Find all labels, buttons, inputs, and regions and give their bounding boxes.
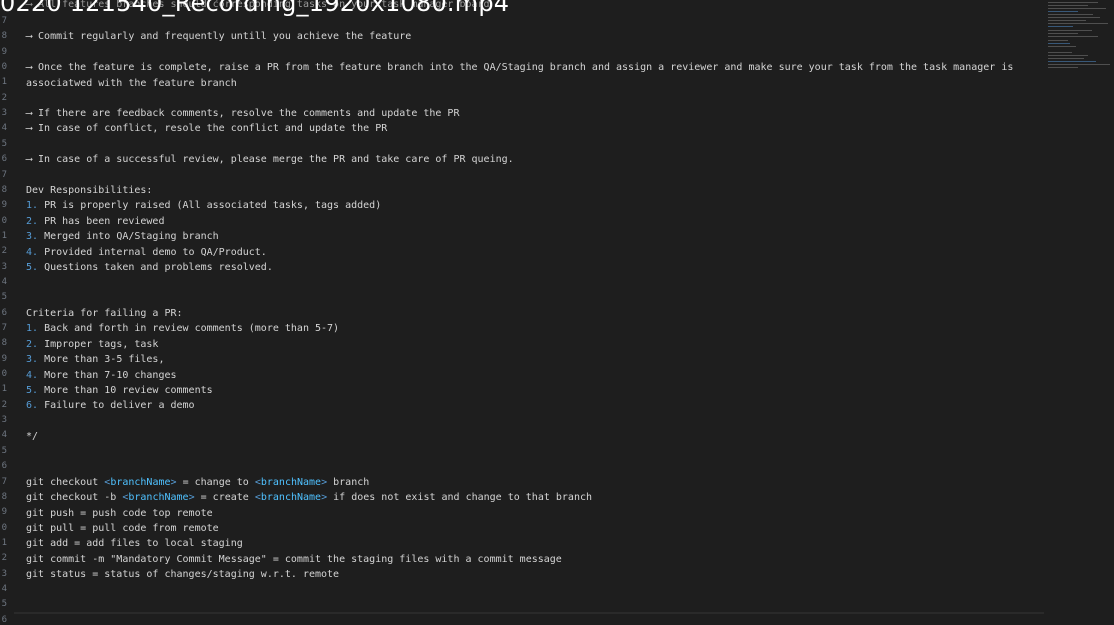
list-text: Provided internal demo to QA/Product. (38, 247, 267, 258)
list-number: 4. (26, 247, 39, 258)
list-number: 5. (26, 262, 39, 273)
list-item-line: 5. Questions taken and problems resolved… (26, 261, 273, 275)
list-number: 5. (26, 385, 39, 396)
code-token: = create (194, 492, 255, 503)
list-number: 2. (26, 216, 39, 227)
minimap-line (1048, 46, 1076, 47)
list-text: Questions taken and problems resolved. (38, 262, 273, 273)
code-line: ⟶ Once the feature is complete, raise a … (26, 62, 1014, 73)
list-text: More than 7-10 changes (38, 370, 177, 381)
code-line: ⟶ If there are feedback comments, resolv… (26, 108, 460, 119)
minimap-line (1048, 33, 1078, 34)
minimap-line (1048, 43, 1070, 44)
code-token: git checkout -b (26, 492, 123, 503)
placeholder-name: branchName (110, 477, 171, 488)
list-number: 4. (26, 370, 39, 381)
minimap-line (1048, 11, 1078, 12)
code-token: = change to (176, 477, 255, 488)
list-text: PR is properly raised (All associated ta… (38, 200, 382, 211)
list-text: Failure to deliver a demo (38, 400, 195, 411)
code-line: git checkout <branchName> = change to <b… (26, 476, 369, 490)
minimap-line (1048, 61, 1096, 62)
list-number: 3. (26, 231, 39, 242)
code-line: associatwed with the feature branch (26, 78, 237, 89)
code-area[interactable]: ⟶ All features branches should correspon… (0, 0, 1040, 625)
list-number: 1. (26, 200, 39, 211)
minimap-line (1048, 14, 1093, 15)
list-item-line: 4. More than 7-10 changes (26, 369, 177, 383)
placeholder-name: branchName (260, 477, 322, 488)
minimap-line (1048, 67, 1078, 68)
list-item-line: 3. Merged into QA/Staging branch (26, 230, 219, 244)
list-number: 3. (26, 354, 39, 365)
code-token: if does not exist and change to that bra… (327, 492, 593, 503)
code-line: ⟶ In case of conflict, resole the confli… (26, 123, 388, 134)
minimap-line (1048, 58, 1084, 59)
minimap-line (1048, 8, 1106, 9)
code-line: git checkout -b <branchName> = create <b… (26, 491, 592, 505)
list-item-line: 6. Failure to deliver a demo (26, 399, 195, 413)
list-text: Back and forth in review comments (more … (38, 323, 340, 334)
minimap-line (1048, 23, 1108, 24)
code-line: */ (26, 431, 39, 442)
list-text: Merged into QA/Staging branch (38, 231, 219, 242)
video-title-overlay: 0220 121540_Recording_1920x1080.mp4 (0, 0, 510, 17)
list-item-line: 2. PR has been reviewed (26, 215, 164, 229)
minimap-line (1048, 30, 1092, 31)
code-line: Dev Responsibilities: (26, 185, 153, 196)
list-item-line: 4. Provided internal demo to QA/Product. (26, 246, 267, 260)
code-line: Criteria for failing a PR: (26, 308, 183, 319)
placeholder-name: branchName (128, 492, 189, 503)
list-item-line: 1. Back and forth in review comments (mo… (26, 322, 339, 336)
minimap-line (1048, 64, 1110, 65)
code-line: git push = push code top remote (26, 508, 213, 519)
list-text: More than 10 review comments (38, 385, 213, 396)
minimap-line (1048, 36, 1098, 37)
list-item-line: 3. More than 3-5 files, (26, 353, 164, 367)
minimap-line (1048, 55, 1088, 56)
list-text: PR has been reviewed (38, 216, 165, 227)
code-line: ⟶ Commit regularly and frequently untill… (26, 31, 412, 42)
list-item-line: 2. Improper tags, task (26, 338, 158, 352)
list-number: 2. (26, 339, 39, 350)
list-item-line: 1. PR is properly raised (All associated… (26, 199, 381, 213)
code-line: git pull = pull code from remote (26, 523, 219, 534)
list-text: More than 3-5 files, (38, 354, 165, 365)
minimap[interactable] (1044, 0, 1114, 625)
placeholder-name: branchName (260, 492, 322, 503)
code-token: git checkout (26, 477, 105, 488)
horizontal-scrollbar[interactable] (14, 612, 1044, 614)
minimap-line (1048, 17, 1100, 18)
minimap-line (1048, 40, 1068, 41)
code-line: ⟶ In case of a successful review, please… (26, 154, 514, 165)
minimap-line (1048, 20, 1086, 21)
list-item-line: 5. More than 10 review comments (26, 384, 213, 398)
minimap-line (1048, 2, 1098, 3)
code-line: git status = status of changes/staging w… (26, 569, 340, 580)
code-token: branch (327, 477, 370, 488)
code-line: git add = add files to local staging (26, 538, 243, 549)
code-editor[interactable]: 7890123456789012345678901234567890123456… (0, 0, 1114, 625)
minimap-line (1048, 5, 1088, 6)
list-number: 6. (26, 400, 39, 411)
list-number: 1. (26, 323, 39, 334)
code-line: git commit -m "Mandatory Commit Message"… (26, 554, 562, 565)
minimap-line (1048, 52, 1072, 53)
minimap-line (1048, 26, 1073, 27)
list-text: Improper tags, task (38, 339, 159, 350)
